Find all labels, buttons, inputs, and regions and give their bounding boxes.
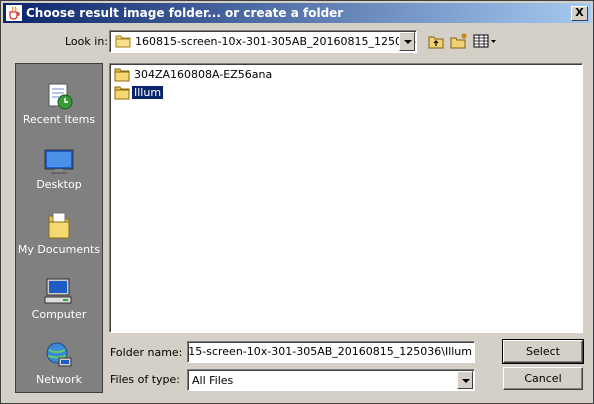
place-desktop[interactable]: Desktop	[16, 135, 102, 199]
place-label: Recent Items	[22, 113, 96, 126]
place-computer[interactable]: Computer	[16, 265, 102, 329]
chevron-down-icon[interactable]	[399, 32, 415, 51]
close-icon: X	[575, 6, 584, 19]
folder-name-value: l\160815-screen-10x-301-305AB_20160815_1…	[188, 345, 472, 358]
file-name: 304ZA160808A-EZ56ana	[134, 68, 273, 81]
close-button[interactable]: X	[571, 6, 588, 21]
create-new-folder-icon[interactable]	[450, 32, 468, 50]
chevron-down-icon[interactable]	[457, 371, 473, 389]
computer-icon	[44, 278, 72, 304]
java-cup-icon	[6, 5, 22, 21]
files-of-type-value: All Files	[192, 374, 234, 387]
look-in-value: 160815-screen-10x-301-305AB_20160815_125…	[135, 35, 416, 48]
my-documents-icon	[48, 212, 70, 239]
folder-icon	[114, 68, 130, 82]
files-of-type-select[interactable]: All Files	[187, 369, 475, 391]
desktop-icon	[44, 149, 74, 174]
place-label: My Documents	[17, 243, 101, 256]
place-my-documents[interactable]: My Documents	[16, 200, 102, 264]
up-one-level-icon[interactable]	[427, 32, 445, 50]
folder-name-input[interactable]: l\160815-screen-10x-301-305AB_20160815_1…	[187, 341, 475, 363]
folder-icon	[115, 35, 131, 48]
file-list[interactable]: 304ZA160808A-EZ56ana Illum	[109, 63, 583, 333]
title-bar[interactable]: Choose result image folder... or create …	[3, 3, 591, 23]
look-in-combobox[interactable]: 160815-screen-10x-301-305AB_20160815_125…	[109, 30, 417, 53]
places-bar: Recent Items Desktop My Documents Comput…	[15, 63, 103, 393]
place-recent-items[interactable]: Recent Items	[16, 70, 102, 134]
folder-icon	[114, 86, 130, 100]
view-menu-icon[interactable]	[473, 32, 499, 50]
place-label: Computer	[31, 308, 87, 321]
network-icon	[46, 342, 72, 367]
select-button[interactable]: Select	[502, 339, 584, 364]
folder-name-label: Folder name:	[110, 346, 183, 359]
dialog-title: Choose result image folder... or create …	[26, 6, 344, 20]
file-chooser-dialog: Choose result image folder... or create …	[0, 0, 594, 404]
cancel-button[interactable]: Cancel	[503, 367, 583, 390]
recent-items-icon	[48, 83, 73, 110]
place-label: Desktop	[36, 178, 82, 191]
place-network[interactable]: Network	[16, 330, 102, 394]
place-label: Network	[36, 373, 82, 386]
files-of-type-label: Files of type:	[110, 373, 181, 386]
look-in-label: Look in:	[65, 35, 108, 48]
file-name: Illum	[130, 85, 165, 100]
